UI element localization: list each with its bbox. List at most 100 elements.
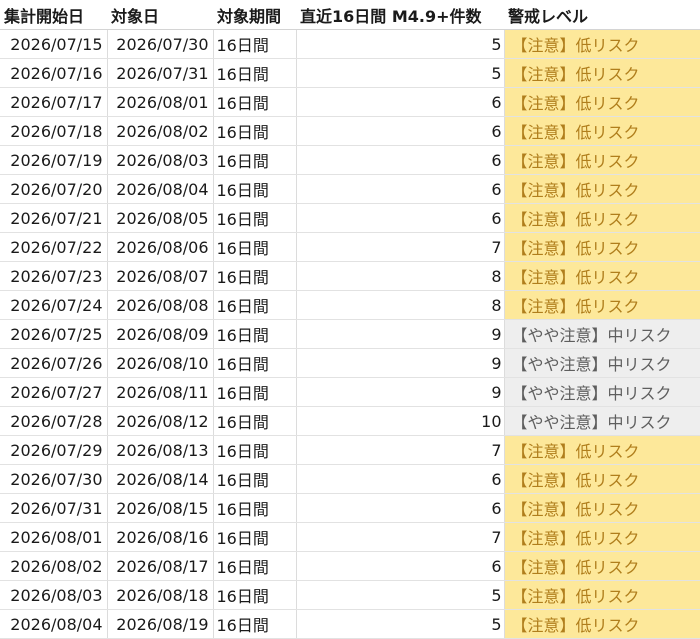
count-cell[interactable]: 7 [296, 232, 505, 262]
alert-level-cell[interactable]: 【注意】低リスク [504, 464, 700, 494]
period-cell[interactable]: 16日間 [213, 377, 297, 407]
period-cell[interactable]: 16日間 [213, 464, 297, 494]
period-cell[interactable]: 16日間 [213, 116, 297, 146]
target-date-cell[interactable]: 2026/07/31 [107, 58, 214, 88]
count-cell[interactable]: 5 [296, 580, 505, 610]
period-cell[interactable]: 16日間 [213, 435, 297, 465]
start-date-cell[interactable]: 2026/07/15 [0, 29, 108, 59]
period-cell[interactable]: 16日間 [213, 87, 297, 117]
period-cell[interactable]: 16日間 [213, 145, 297, 175]
count-cell[interactable]: 6 [296, 493, 505, 523]
count-cell[interactable]: 6 [296, 551, 505, 581]
alert-level-cell[interactable]: 【注意】低リスク [504, 609, 700, 639]
count-cell[interactable]: 5 [296, 29, 505, 59]
target-date-cell[interactable]: 2026/08/02 [107, 116, 214, 146]
period-cell[interactable]: 16日間 [213, 58, 297, 88]
target-date-cell[interactable]: 2026/08/07 [107, 261, 214, 291]
alert-level-cell[interactable]: 【注意】低リスク [504, 232, 700, 262]
count-cell[interactable]: 5 [296, 609, 505, 639]
start-date-cell[interactable]: 2026/07/30 [0, 464, 108, 494]
target-date-cell[interactable]: 2026/08/10 [107, 348, 214, 378]
start-date-cell[interactable]: 2026/08/03 [0, 580, 108, 610]
period-cell[interactable]: 16日間 [213, 174, 297, 204]
alert-level-cell[interactable]: 【やや注意】中リスク [504, 406, 700, 436]
target-date-cell[interactable]: 2026/08/03 [107, 145, 214, 175]
start-date-cell[interactable]: 2026/07/27 [0, 377, 108, 407]
count-cell[interactable]: 6 [296, 203, 505, 233]
target-date-cell[interactable]: 2026/08/17 [107, 551, 214, 581]
period-cell[interactable]: 16日間 [213, 261, 297, 291]
period-cell[interactable]: 16日間 [213, 609, 297, 639]
target-date-cell[interactable]: 2026/08/11 [107, 377, 214, 407]
target-date-cell[interactable]: 2026/08/13 [107, 435, 214, 465]
count-cell[interactable]: 6 [296, 464, 505, 494]
start-date-cell[interactable]: 2026/07/22 [0, 232, 108, 262]
start-date-cell[interactable]: 2026/08/01 [0, 522, 108, 552]
target-date-cell[interactable]: 2026/08/15 [107, 493, 214, 523]
start-date-cell[interactable]: 2026/07/25 [0, 319, 108, 349]
header-start-date[interactable]: 集計開始日 [0, 0, 107, 30]
count-cell[interactable]: 6 [296, 87, 505, 117]
alert-level-cell[interactable]: 【やや注意】中リスク [504, 377, 700, 407]
start-date-cell[interactable]: 2026/07/24 [0, 290, 108, 320]
period-cell[interactable]: 16日間 [213, 29, 297, 59]
period-cell[interactable]: 16日間 [213, 551, 297, 581]
alert-level-cell[interactable]: 【注意】低リスク [504, 522, 700, 552]
count-cell[interactable]: 10 [296, 406, 505, 436]
alert-level-cell[interactable]: 【注意】低リスク [504, 261, 700, 291]
alert-level-cell[interactable]: 【やや注意】中リスク [504, 348, 700, 378]
alert-level-cell[interactable]: 【やや注意】中リスク [504, 319, 700, 349]
start-date-cell[interactable]: 2026/08/04 [0, 609, 108, 639]
target-date-cell[interactable]: 2026/08/05 [107, 203, 214, 233]
alert-level-cell[interactable]: 【注意】低リスク [504, 174, 700, 204]
start-date-cell[interactable]: 2026/07/17 [0, 87, 108, 117]
count-cell[interactable]: 9 [296, 319, 505, 349]
alert-level-cell[interactable]: 【注意】低リスク [504, 290, 700, 320]
target-date-cell[interactable]: 2026/08/18 [107, 580, 214, 610]
count-cell[interactable]: 7 [296, 435, 505, 465]
count-cell[interactable]: 9 [296, 348, 505, 378]
period-cell[interactable]: 16日間 [213, 232, 297, 262]
period-cell[interactable]: 16日間 [213, 522, 297, 552]
start-date-cell[interactable]: 2026/07/19 [0, 145, 108, 175]
count-cell[interactable]: 8 [296, 290, 505, 320]
target-date-cell[interactable]: 2026/08/19 [107, 609, 214, 639]
period-cell[interactable]: 16日間 [213, 406, 297, 436]
header-alert-level[interactable]: 警戒レベル [504, 0, 700, 30]
start-date-cell[interactable]: 2026/07/20 [0, 174, 108, 204]
header-target-date[interactable]: 対象日 [107, 0, 213, 30]
target-date-cell[interactable]: 2026/08/09 [107, 319, 214, 349]
alert-level-cell[interactable]: 【注意】低リスク [504, 58, 700, 88]
start-date-cell[interactable]: 2026/07/18 [0, 116, 108, 146]
alert-level-cell[interactable]: 【注意】低リスク [504, 87, 700, 117]
count-cell[interactable]: 6 [296, 116, 505, 146]
period-cell[interactable]: 16日間 [213, 580, 297, 610]
count-cell[interactable]: 8 [296, 261, 505, 291]
count-cell[interactable]: 6 [296, 145, 505, 175]
target-date-cell[interactable]: 2026/08/01 [107, 87, 214, 117]
target-date-cell[interactable]: 2026/08/04 [107, 174, 214, 204]
count-cell[interactable]: 5 [296, 58, 505, 88]
start-date-cell[interactable]: 2026/07/16 [0, 58, 108, 88]
alert-level-cell[interactable]: 【注意】低リスク [504, 435, 700, 465]
period-cell[interactable]: 16日間 [213, 203, 297, 233]
start-date-cell[interactable]: 2026/07/26 [0, 348, 108, 378]
period-cell[interactable]: 16日間 [213, 319, 297, 349]
period-cell[interactable]: 16日間 [213, 493, 297, 523]
target-date-cell[interactable]: 2026/08/08 [107, 290, 214, 320]
count-cell[interactable]: 9 [296, 377, 505, 407]
header-count[interactable]: 直近16日間 M4.9+件数 [296, 0, 504, 30]
start-date-cell[interactable]: 2026/07/31 [0, 493, 108, 523]
start-date-cell[interactable]: 2026/07/29 [0, 435, 108, 465]
alert-level-cell[interactable]: 【注意】低リスク [504, 551, 700, 581]
start-date-cell[interactable]: 2026/07/21 [0, 203, 108, 233]
target-date-cell[interactable]: 2026/08/12 [107, 406, 214, 436]
header-period[interactable]: 対象期間 [213, 0, 296, 30]
start-date-cell[interactable]: 2026/07/23 [0, 261, 108, 291]
target-date-cell[interactable]: 2026/08/16 [107, 522, 214, 552]
alert-level-cell[interactable]: 【注意】低リスク [504, 116, 700, 146]
start-date-cell[interactable]: 2026/08/02 [0, 551, 108, 581]
alert-level-cell[interactable]: 【注意】低リスク [504, 145, 700, 175]
period-cell[interactable]: 16日間 [213, 290, 297, 320]
alert-level-cell[interactable]: 【注意】低リスク [504, 29, 700, 59]
